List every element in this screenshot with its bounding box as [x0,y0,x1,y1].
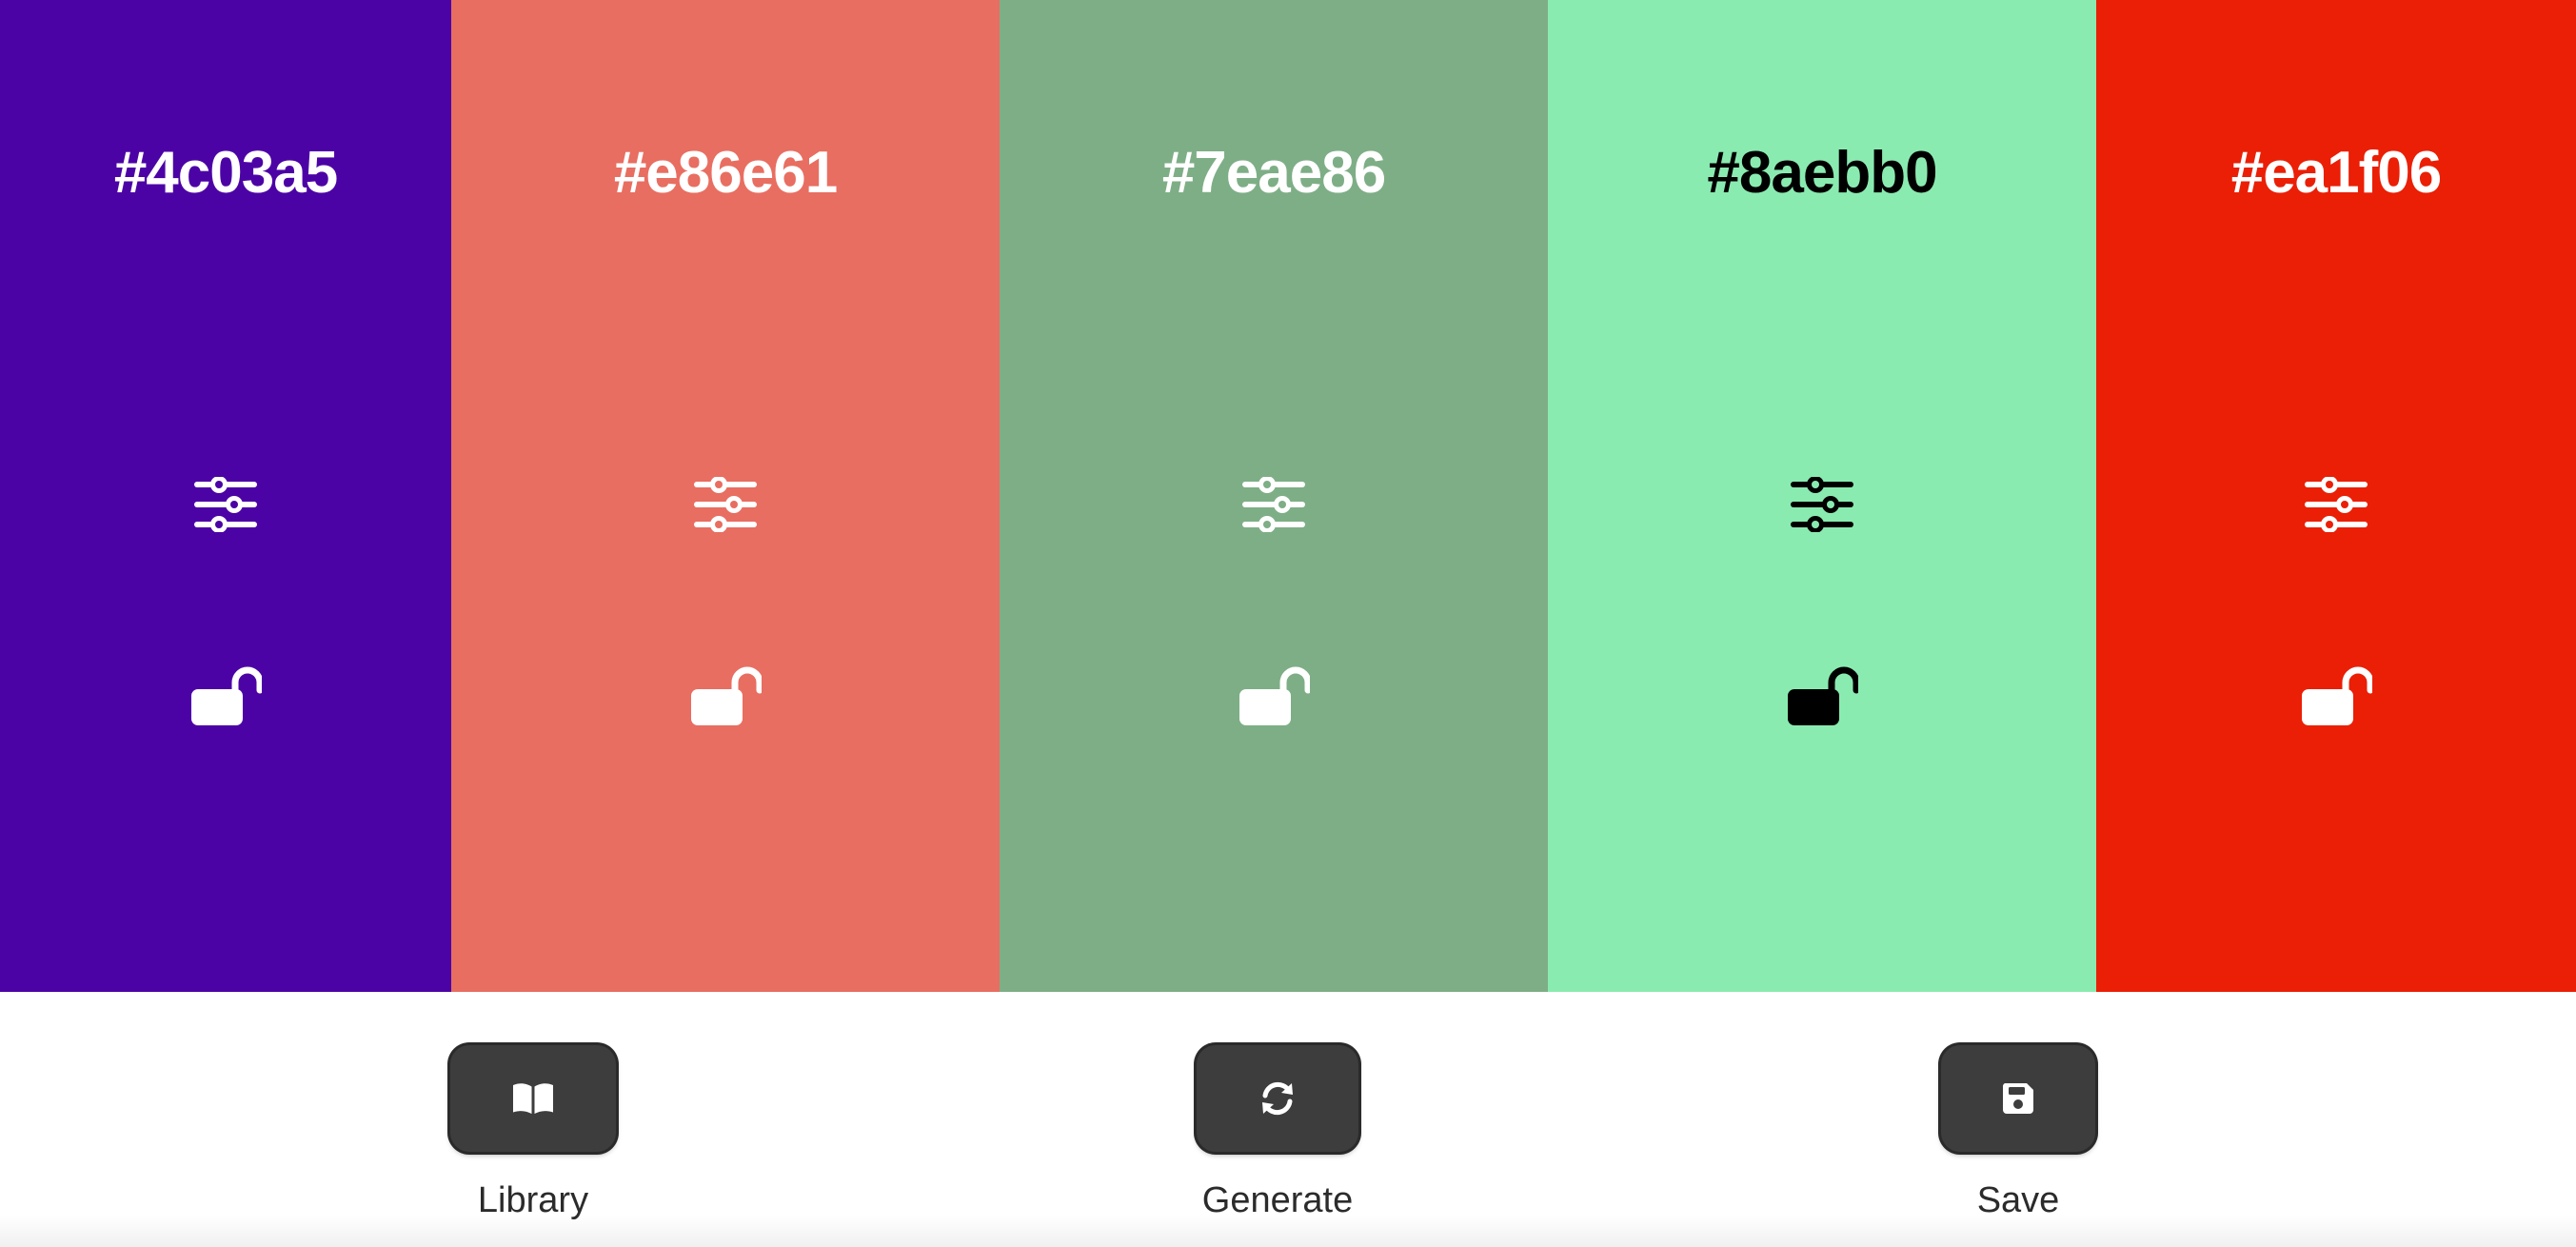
hex-code-label[interactable]: #8aebb0 [1548,135,2096,211]
color-swatch-4: #8aebb0 [1548,0,2096,992]
bottom-edge-shadow [0,1215,2576,1247]
sliders-icon [694,477,757,532]
refresh-icon [1262,1081,1293,1116]
generate-button[interactable] [1197,1045,1358,1152]
library-button[interactable] [450,1045,616,1152]
generate-tool: Generate [1173,1045,1382,1221]
floppy-disk-icon [2002,1083,2033,1114]
color-swatch-5: #ea1f06 [2096,0,2576,992]
lock-toggle-button[interactable] [687,657,763,733]
save-button[interactable] [1941,1045,2095,1152]
hex-code-label[interactable]: #ea1f06 [2096,135,2576,211]
color-palette: #4c03a5 #e86e61 #7eae86 #8aebb0 #ea1f06 [0,0,2576,992]
sliders-icon [194,477,257,532]
sliders-icon [1791,477,1853,532]
lock-toggle-button[interactable] [2298,657,2374,733]
adjust-color-button[interactable] [2298,466,2374,543]
adjust-color-button[interactable] [1784,466,1860,543]
hex-code-label[interactable]: #4c03a5 [0,135,451,211]
library-tool: Library [428,1045,638,1221]
hex-code-label[interactable]: #7eae86 [1000,135,1548,211]
book-icon [513,1083,553,1114]
unlocked-padlock-icon [191,666,262,725]
unlocked-padlock-icon [691,666,762,725]
unlocked-padlock-icon [1239,666,1310,725]
bottom-toolbar: Library Generate Save [0,992,2576,1247]
unlocked-padlock-icon [2302,666,2372,725]
adjust-color-button[interactable] [1236,466,1312,543]
color-swatch-2: #e86e61 [451,0,1000,992]
hex-code-label[interactable]: #e86e61 [451,135,1000,211]
color-swatch-1: #4c03a5 [0,0,451,992]
color-swatch-3: #7eae86 [1000,0,1548,992]
sliders-icon [2305,477,2368,532]
lock-toggle-button[interactable] [1236,657,1312,733]
lock-toggle-button[interactable] [1784,657,1860,733]
save-tool: Save [1913,1045,2123,1221]
lock-toggle-button[interactable] [188,657,264,733]
sliders-icon [1242,477,1305,532]
adjust-color-button[interactable] [188,466,264,543]
adjust-color-button[interactable] [687,466,763,543]
unlocked-padlock-icon [1788,666,1858,725]
